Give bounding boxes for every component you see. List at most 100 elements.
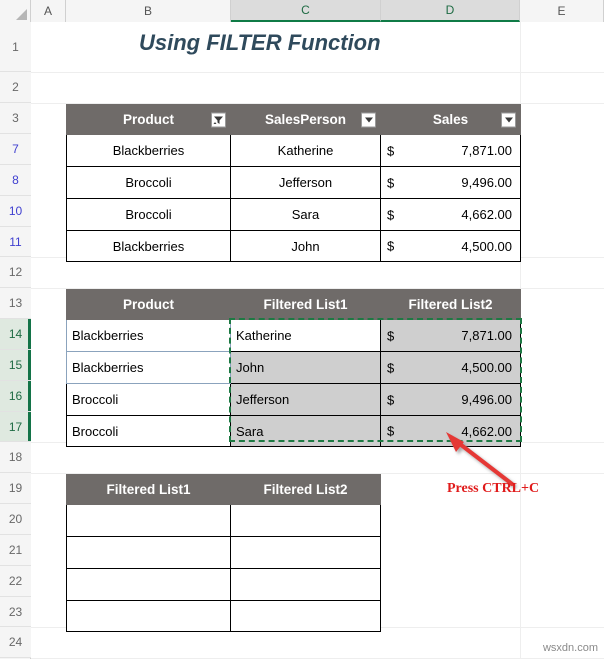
column-header-a[interactable]: A (31, 0, 66, 22)
row-header-12[interactable]: 12 (0, 257, 31, 288)
cell-filtered-list1[interactable]: Sara (230, 415, 381, 447)
currency-symbol: $ (387, 175, 395, 190)
cell-filtered-list1[interactable] (66, 568, 231, 601)
header-cell-filtered-list2[interactable]: Filtered List2 (380, 289, 521, 320)
column-header-b[interactable]: B (66, 0, 231, 22)
cell-product[interactable]: Broccoli (66, 198, 231, 231)
header-cell-product[interactable]: Product (66, 104, 231, 135)
cell-product[interactable]: Blackberries (66, 134, 231, 167)
sales-amount: 4,500.00 (461, 360, 512, 375)
table-row[interactable]: Broccoli Jefferson $ 9,496.00 (66, 383, 521, 416)
watermark: wsxdn.com (542, 642, 598, 654)
cell-filtered-list2[interactable] (230, 600, 381, 632)
row-header-label: 1 (12, 39, 19, 54)
cell-product[interactable]: Blackberries (66, 319, 231, 352)
empty-destination-table[interactable]: Filtered List1 Filtered List2 (66, 474, 381, 632)
row-header-16[interactable]: 16 (0, 381, 31, 412)
cell-filtered-list2[interactable] (230, 568, 381, 601)
cell-salesperson[interactable]: Jefferson (230, 166, 381, 199)
row-header-label: 10 (8, 204, 23, 218)
row-header-21[interactable]: 21 (0, 535, 31, 566)
cell-product[interactable]: Blackberries (66, 230, 231, 262)
cell-filtered-list2[interactable]: $ 4,500.00 (380, 351, 521, 384)
row-header-8[interactable]: 8 (0, 165, 31, 196)
header-cell-sales[interactable]: Sales (380, 104, 521, 135)
row-header-label: 17 (8, 419, 23, 434)
row-header-13[interactable]: 13 (0, 288, 31, 319)
row-header-18[interactable]: 18 (0, 442, 31, 473)
table-row[interactable] (66, 504, 381, 537)
table-row[interactable] (66, 600, 381, 632)
row-header-11[interactable]: 11 (0, 227, 31, 257)
header-cell-product[interactable]: Product (66, 289, 231, 320)
cell-product[interactable]: Broccoli (66, 415, 231, 447)
table-header-row: Filtered List1 Filtered List2 (66, 474, 381, 505)
cell-salesperson[interactable]: Sara (230, 198, 381, 231)
row-header-20[interactable]: 20 (0, 504, 31, 535)
row-header-label: 2 (12, 80, 19, 94)
cell-product[interactable]: Broccoli (66, 166, 231, 199)
row-header-7[interactable]: 7 (0, 134, 31, 165)
column-header-d[interactable]: D (381, 0, 520, 22)
currency-symbol: $ (387, 360, 395, 375)
table-row[interactable]: Broccoli Jefferson $ 9,496.00 (66, 166, 521, 199)
cell-sales[interactable]: $ 4,662.00 (380, 198, 521, 231)
cell-filtered-list1[interactable] (66, 504, 231, 537)
column-header-label: C (301, 3, 310, 17)
cell-filtered-list1[interactable] (66, 600, 231, 632)
source-data-table[interactable]: Product SalesPerson Sales Blackberries K… (66, 104, 521, 262)
chevron-down-icon[interactable] (361, 112, 376, 127)
cell-product[interactable]: Blackberries (66, 351, 231, 384)
cell-filtered-list2[interactable]: $ 7,871.00 (380, 319, 521, 352)
select-all-corner[interactable] (0, 0, 31, 22)
row-header-2[interactable]: 2 (0, 72, 31, 103)
cell-filtered-list2[interactable] (230, 504, 381, 537)
table-row[interactable] (66, 536, 381, 569)
sales-amount: 7,871.00 (461, 328, 512, 343)
row-header-label: 12 (8, 265, 23, 279)
cell-sales[interactable]: $ 4,500.00 (380, 230, 521, 262)
cell-sales[interactable]: $ 9,496.00 (380, 166, 521, 199)
row-header-15[interactable]: 15 (0, 350, 31, 381)
spreadsheet-grid[interactable]: A B C D E 1 2 3 7 8 10 11 12 13 14 15 16… (0, 0, 604, 659)
row-header-3[interactable]: 3 (0, 103, 31, 134)
cell-filtered-list1[interactable] (66, 536, 231, 569)
header-cell-salesperson[interactable]: SalesPerson (230, 104, 381, 135)
chevron-down-icon[interactable] (501, 112, 516, 127)
cell-filtered-list1[interactable]: Jefferson (230, 383, 381, 416)
column-header-e[interactable]: E (520, 0, 604, 22)
row-header-23[interactable]: 23 (0, 597, 31, 627)
row-header-10[interactable]: 10 (0, 196, 31, 227)
header-cell-filtered-list2[interactable]: Filtered List2 (230, 474, 381, 505)
row-header-1[interactable]: 1 (0, 22, 31, 72)
table-row[interactable]: Broccoli Sara $ 4,662.00 (66, 198, 521, 231)
funnel-filter-applied-icon[interactable] (211, 112, 226, 127)
row-header-17[interactable]: 17 (0, 412, 31, 442)
column-header-label: E (557, 4, 566, 18)
filter-result-table[interactable]: Product Filtered List1 Filtered List2 Bl… (66, 289, 521, 447)
cell-filtered-list1[interactable]: John (230, 351, 381, 384)
cell-salesperson[interactable]: Katherine (230, 134, 381, 167)
table-row[interactable]: Blackberries Katherine $ 7,871.00 (66, 134, 521, 167)
table-row[interactable]: Blackberries John $ 4,500.00 (66, 351, 521, 384)
cell-sales[interactable]: $ 7,871.00 (380, 134, 521, 167)
cell-filtered-list1[interactable]: Katherine (230, 319, 381, 352)
header-cell-filtered-list1[interactable]: Filtered List1 (66, 474, 231, 505)
sales-amount: 4,662.00 (461, 207, 512, 222)
table-row[interactable]: Blackberries John $ 4,500.00 (66, 230, 521, 262)
header-cell-filtered-list1[interactable]: Filtered List1 (230, 289, 381, 320)
row-header-19[interactable]: 19 (0, 473, 31, 504)
column-header-c[interactable]: C (231, 0, 381, 22)
sales-amount: 7,871.00 (461, 143, 512, 158)
table-row[interactable] (66, 568, 381, 601)
cell-filtered-list2[interactable] (230, 536, 381, 569)
row-header-14[interactable]: 14 (0, 319, 31, 350)
table-row[interactable]: Blackberries Katherine $ 7,871.00 (66, 319, 521, 352)
row-header-22[interactable]: 22 (0, 566, 31, 597)
cell-product[interactable]: Broccoli (66, 383, 231, 416)
cell-filtered-list2[interactable]: $ 9,496.00 (380, 383, 521, 416)
header-label: Sales (432, 112, 469, 127)
row-header-24[interactable]: 24 (0, 627, 31, 658)
cell-salesperson[interactable]: John (230, 230, 381, 262)
select-all-triangle-icon (16, 9, 27, 20)
